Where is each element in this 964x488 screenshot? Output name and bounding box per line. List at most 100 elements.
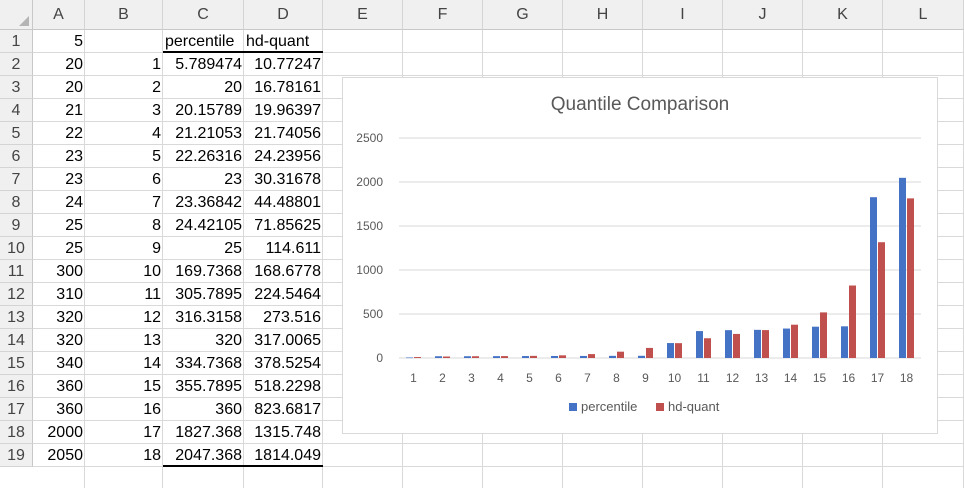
- row-header-10[interactable]: 10: [0, 237, 33, 260]
- cell-b13[interactable]: 12: [85, 306, 163, 329]
- cell-d10[interactable]: 114.611: [244, 237, 323, 260]
- cell-a15[interactable]: 340: [33, 352, 85, 375]
- cell-d2[interactable]: 10.77247: [244, 53, 323, 76]
- column-header-a[interactable]: A: [33, 0, 85, 30]
- cell-d1[interactable]: hd-quant: [244, 30, 323, 53]
- column-header-e[interactable]: E: [323, 0, 403, 30]
- cell-a11[interactable]: 300: [33, 260, 85, 283]
- cell-a8[interactable]: 24: [33, 191, 85, 214]
- cell-d19[interactable]: 1814.049: [244, 444, 323, 467]
- column-header-b[interactable]: B: [85, 0, 163, 30]
- cell-c8[interactable]: 23.36842: [163, 191, 244, 214]
- row-header-5[interactable]: 5: [0, 122, 33, 145]
- cell-c9[interactable]: 24.42105: [163, 214, 244, 237]
- column-header-i[interactable]: I: [643, 0, 723, 30]
- cell-c14[interactable]: 320: [163, 329, 244, 352]
- cell-a12[interactable]: 310: [33, 283, 85, 306]
- cell-b4[interactable]: 3: [85, 99, 163, 122]
- cell-c1[interactable]: percentile: [163, 30, 244, 53]
- cell-a10[interactable]: 25: [33, 237, 85, 260]
- cell-d12[interactable]: 224.5464: [244, 283, 323, 306]
- cell-d4[interactable]: 19.96397: [244, 99, 323, 122]
- row-header-19[interactable]: 19: [0, 444, 33, 467]
- cell-c19[interactable]: 2047.368: [163, 444, 244, 467]
- row-header-16[interactable]: 16: [0, 375, 33, 398]
- row-header-14[interactable]: 14: [0, 329, 33, 352]
- row-header-3[interactable]: 3: [0, 76, 33, 99]
- cell-d7[interactable]: 30.31678: [244, 168, 323, 191]
- cell-c4[interactable]: 20.15789: [163, 99, 244, 122]
- row-header-17[interactable]: 17: [0, 398, 33, 421]
- cell-b15[interactable]: 14: [85, 352, 163, 375]
- cell-b16[interactable]: 15: [85, 375, 163, 398]
- cell-d14[interactable]: 317.0065: [244, 329, 323, 352]
- row-header-1[interactable]: 1: [0, 30, 33, 53]
- row-header-2[interactable]: 2: [0, 53, 33, 76]
- cell-a17[interactable]: 360: [33, 398, 85, 421]
- row-header-13[interactable]: 13: [0, 306, 33, 329]
- cell-a5[interactable]: 22: [33, 122, 85, 145]
- cell-c2[interactable]: 5.789474: [163, 53, 244, 76]
- cell-c17[interactable]: 360: [163, 398, 244, 421]
- cell-d15[interactable]: 378.5254: [244, 352, 323, 375]
- cell-a6[interactable]: 23: [33, 145, 85, 168]
- cell-a14[interactable]: 320: [33, 329, 85, 352]
- cell-b14[interactable]: 13: [85, 329, 163, 352]
- cell-c12[interactable]: 305.7895: [163, 283, 244, 306]
- row-header-18[interactable]: 18: [0, 421, 33, 444]
- row-header-6[interactable]: 6: [0, 145, 33, 168]
- cell-a4[interactable]: 21: [33, 99, 85, 122]
- cell-d16[interactable]: 518.2298: [244, 375, 323, 398]
- cell-d13[interactable]: 273.516: [244, 306, 323, 329]
- cell-b17[interactable]: 16: [85, 398, 163, 421]
- cell-b19[interactable]: 18: [85, 444, 163, 467]
- cell-b8[interactable]: 7: [85, 191, 163, 214]
- cell-d11[interactable]: 168.6778: [244, 260, 323, 283]
- cell-b11[interactable]: 10: [85, 260, 163, 283]
- cell-d17[interactable]: 823.6817: [244, 398, 323, 421]
- column-header-k[interactable]: K: [803, 0, 883, 30]
- cell-a13[interactable]: 320: [33, 306, 85, 329]
- cell-d18[interactable]: 1315.748: [244, 421, 323, 444]
- cell-b5[interactable]: 4: [85, 122, 163, 145]
- row-header-15[interactable]: 15: [0, 352, 33, 375]
- cell-b3[interactable]: 2: [85, 76, 163, 99]
- cell-d9[interactable]: 71.85625: [244, 214, 323, 237]
- cell-c16[interactable]: 355.7895: [163, 375, 244, 398]
- cell-c18[interactable]: 1827.368: [163, 421, 244, 444]
- column-header-h[interactable]: H: [563, 0, 643, 30]
- cell-c11[interactable]: 169.7368: [163, 260, 244, 283]
- row-header-4[interactable]: 4: [0, 99, 33, 122]
- cell-b6[interactable]: 5: [85, 145, 163, 168]
- chart[interactable]: Quantile Comparison 0 500 1000 1500 2000 2500…: [342, 77, 938, 434]
- cell-c7[interactable]: 23: [163, 168, 244, 191]
- cell-c3[interactable]: 20: [163, 76, 244, 99]
- cell-a19[interactable]: 2050: [33, 444, 85, 467]
- cell-b9[interactable]: 8: [85, 214, 163, 237]
- cell-d5[interactable]: 21.74056: [244, 122, 323, 145]
- cell-b10[interactable]: 9: [85, 237, 163, 260]
- cell-b7[interactable]: 6: [85, 168, 163, 191]
- cell-a7[interactable]: 23: [33, 168, 85, 191]
- column-header-j[interactable]: J: [723, 0, 803, 30]
- cell-a16[interactable]: 360: [33, 375, 85, 398]
- cell-d6[interactable]: 24.23956: [244, 145, 323, 168]
- cell-a9[interactable]: 25: [33, 214, 85, 237]
- cell-a3[interactable]: 20: [33, 76, 85, 99]
- cell-c5[interactable]: 21.21053: [163, 122, 244, 145]
- column-header-g[interactable]: G: [483, 0, 563, 30]
- column-header-f[interactable]: F: [403, 0, 483, 30]
- column-header-l[interactable]: L: [883, 0, 964, 30]
- cell-d8[interactable]: 44.48801: [244, 191, 323, 214]
- cell-b12[interactable]: 11: [85, 283, 163, 306]
- select-all-corner[interactable]: [0, 0, 33, 30]
- column-header-d[interactable]: D: [244, 0, 323, 30]
- column-header-c[interactable]: C: [163, 0, 244, 30]
- cell-c10[interactable]: 25: [163, 237, 244, 260]
- cell-b18[interactable]: 17: [85, 421, 163, 444]
- cell-a18[interactable]: 2000: [33, 421, 85, 444]
- row-header-8[interactable]: 8: [0, 191, 33, 214]
- cell-c6[interactable]: 22.26316: [163, 145, 244, 168]
- row-header-7[interactable]: 7: [0, 168, 33, 191]
- cell-c13[interactable]: 316.3158: [163, 306, 244, 329]
